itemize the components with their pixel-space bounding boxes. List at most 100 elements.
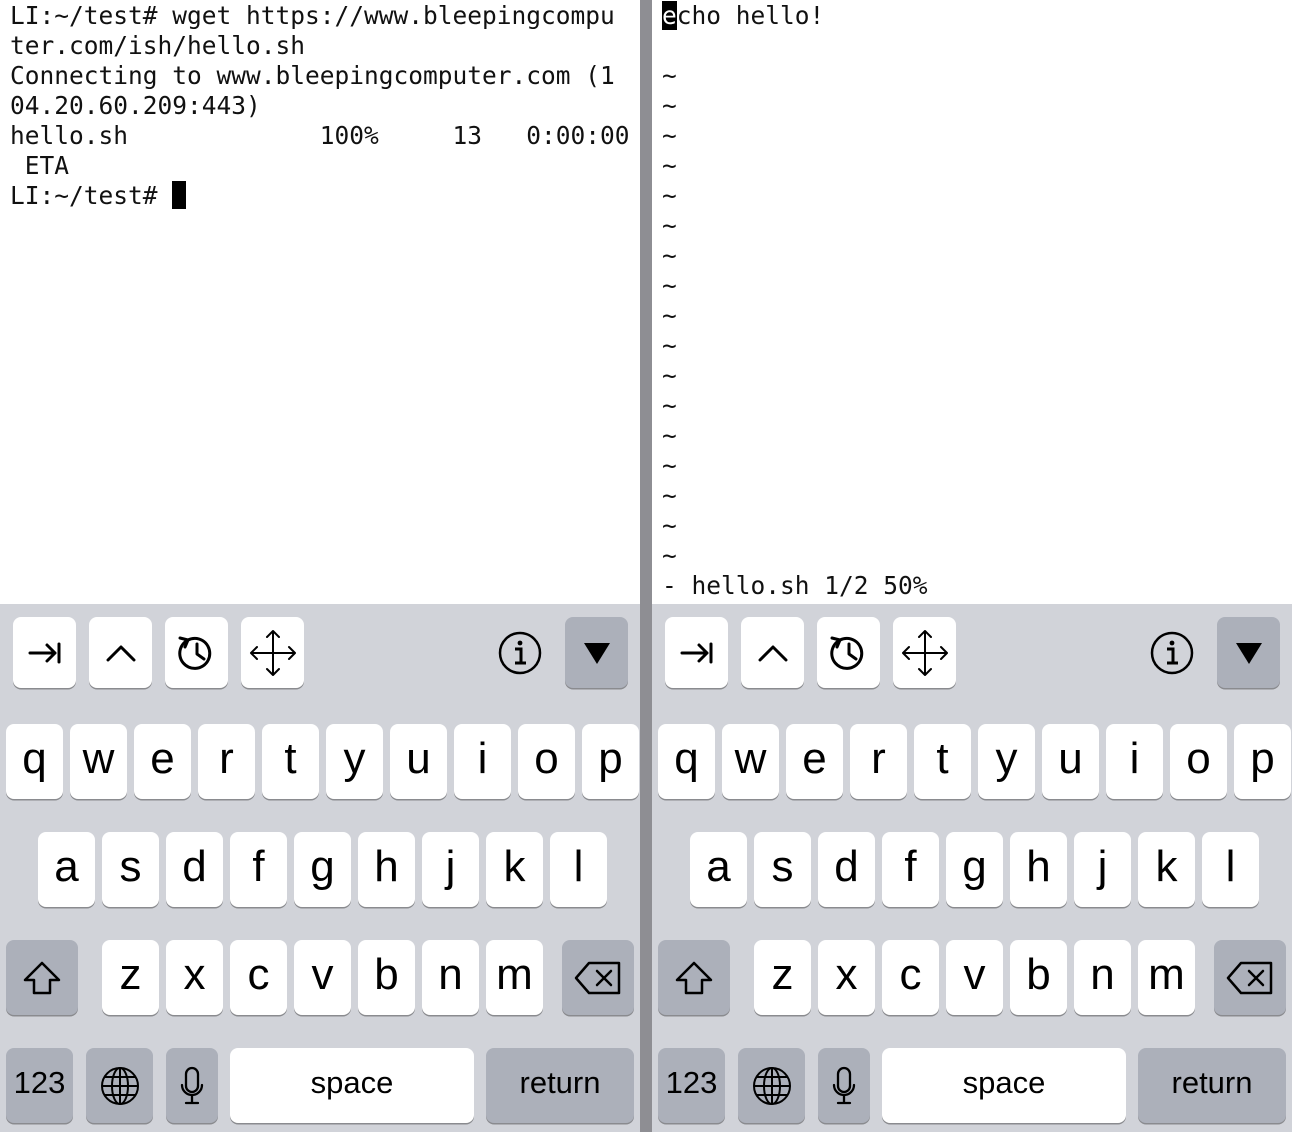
- key-r[interactable]: r: [850, 724, 907, 799]
- key-z[interactable]: z: [754, 940, 811, 1015]
- key-f[interactable]: f: [230, 832, 287, 907]
- key-x-label: x: [835, 949, 858, 999]
- dictation-key[interactable]: [166, 1048, 218, 1123]
- key-p[interactable]: p: [1234, 724, 1291, 799]
- space-key[interactable]: space: [882, 1048, 1126, 1123]
- key-s-label: s: [771, 841, 794, 891]
- key-b[interactable]: b: [1010, 940, 1067, 1015]
- key-m[interactable]: m: [1138, 940, 1195, 1015]
- key-y[interactable]: y: [326, 724, 383, 799]
- key-w-label: w: [734, 733, 767, 783]
- key-m[interactable]: m: [486, 940, 543, 1015]
- key-n[interactable]: n: [422, 940, 479, 1015]
- key-j-label: j: [445, 841, 456, 891]
- key-s[interactable]: s: [102, 832, 159, 907]
- key-l[interactable]: l: [1202, 832, 1259, 907]
- key-i[interactable]: i: [1106, 724, 1163, 799]
- key-j[interactable]: j: [422, 832, 479, 907]
- key-d[interactable]: d: [818, 832, 875, 907]
- key-s-label: s: [119, 841, 142, 891]
- key-r-label: r: [219, 733, 234, 783]
- key-d[interactable]: d: [166, 832, 223, 907]
- numbers-key-label: 123: [665, 1064, 718, 1100]
- key-q-label: q: [674, 733, 699, 783]
- key-d-label: d: [834, 841, 859, 891]
- key-p[interactable]: p: [582, 724, 639, 799]
- key-e[interactable]: e: [786, 724, 843, 799]
- key-o[interactable]: o: [1170, 724, 1227, 799]
- key-z-label: z: [119, 949, 142, 999]
- key-x[interactable]: x: [166, 940, 223, 1015]
- key-e[interactable]: e: [134, 724, 191, 799]
- shift-icon: [23, 961, 61, 994]
- key-b[interactable]: b: [358, 940, 415, 1015]
- key-s[interactable]: s: [754, 832, 811, 907]
- numbers-key[interactable]: 123: [6, 1048, 73, 1123]
- key-w[interactable]: w: [70, 724, 127, 799]
- shift-key[interactable]: [6, 940, 78, 1015]
- key-h-label: h: [374, 841, 399, 891]
- split-divider[interactable]: [640, 0, 652, 1132]
- key-k-label: k: [1155, 841, 1178, 891]
- key-u[interactable]: u: [1042, 724, 1099, 799]
- key-y-label: y: [995, 733, 1018, 783]
- backspace-key[interactable]: [562, 940, 634, 1015]
- key-v[interactable]: v: [946, 940, 1003, 1015]
- key-c[interactable]: c: [882, 940, 939, 1015]
- key-r-label: r: [871, 733, 886, 783]
- right-pane: echo hello! ~ ~ ~ ~ ~ ~ ~ ~ ~ ~ ~ ~ ~ ~ ~ ~ ~ - hello.sh…: [652, 0, 1292, 1132]
- space-key[interactable]: space: [230, 1048, 474, 1123]
- key-v-label: v: [311, 949, 334, 999]
- key-r[interactable]: r: [198, 724, 255, 799]
- key-i[interactable]: i: [454, 724, 511, 799]
- key-x[interactable]: x: [818, 940, 875, 1015]
- return-key[interactable]: return: [486, 1048, 634, 1123]
- key-g-label: g: [962, 841, 987, 891]
- key-u[interactable]: u: [390, 724, 447, 799]
- key-e-label: e: [802, 733, 827, 783]
- key-q-label: q: [22, 733, 47, 783]
- numbers-key[interactable]: 123: [658, 1048, 725, 1123]
- key-q[interactable]: q: [6, 724, 63, 799]
- key-y[interactable]: y: [978, 724, 1035, 799]
- key-u-label: u: [406, 733, 431, 783]
- key-o[interactable]: o: [518, 724, 575, 799]
- key-g[interactable]: g: [294, 832, 351, 907]
- key-f-label: f: [904, 841, 917, 891]
- key-a[interactable]: a: [38, 832, 95, 907]
- shift-key[interactable]: [658, 940, 730, 1015]
- return-key-label: return: [1171, 1064, 1253, 1100]
- key-t-label: t: [936, 733, 949, 783]
- key-p-label: p: [598, 733, 623, 783]
- key-h[interactable]: h: [358, 832, 415, 907]
- key-k[interactable]: k: [1138, 832, 1195, 907]
- key-l[interactable]: l: [550, 832, 607, 907]
- key-z[interactable]: z: [102, 940, 159, 1015]
- key-j[interactable]: j: [1074, 832, 1131, 907]
- key-v-label: v: [963, 949, 986, 999]
- key-o-label: o: [1186, 733, 1211, 783]
- key-n[interactable]: n: [1074, 940, 1131, 1015]
- key-f[interactable]: f: [882, 832, 939, 907]
- key-v[interactable]: v: [294, 940, 351, 1015]
- key-q[interactable]: q: [658, 724, 715, 799]
- key-t[interactable]: t: [262, 724, 319, 799]
- key-k[interactable]: k: [486, 832, 543, 907]
- return-key-label: return: [519, 1064, 601, 1100]
- globe-key[interactable]: [86, 1048, 153, 1123]
- key-t[interactable]: t: [914, 724, 971, 799]
- dictation-key[interactable]: [818, 1048, 870, 1123]
- key-t-label: t: [284, 733, 297, 783]
- key-a-label: a: [706, 841, 731, 891]
- key-g[interactable]: g: [946, 832, 1003, 907]
- key-w[interactable]: w: [722, 724, 779, 799]
- backspace-key[interactable]: [1214, 940, 1286, 1015]
- key-a[interactable]: a: [690, 832, 747, 907]
- key-f-label: f: [252, 841, 265, 891]
- globe-key[interactable]: [738, 1048, 805, 1123]
- key-p-label: p: [1250, 733, 1275, 783]
- microphone-icon: [832, 1066, 856, 1104]
- return-key[interactable]: return: [1138, 1048, 1286, 1123]
- key-c[interactable]: c: [230, 940, 287, 1015]
- key-h[interactable]: h: [1010, 832, 1067, 907]
